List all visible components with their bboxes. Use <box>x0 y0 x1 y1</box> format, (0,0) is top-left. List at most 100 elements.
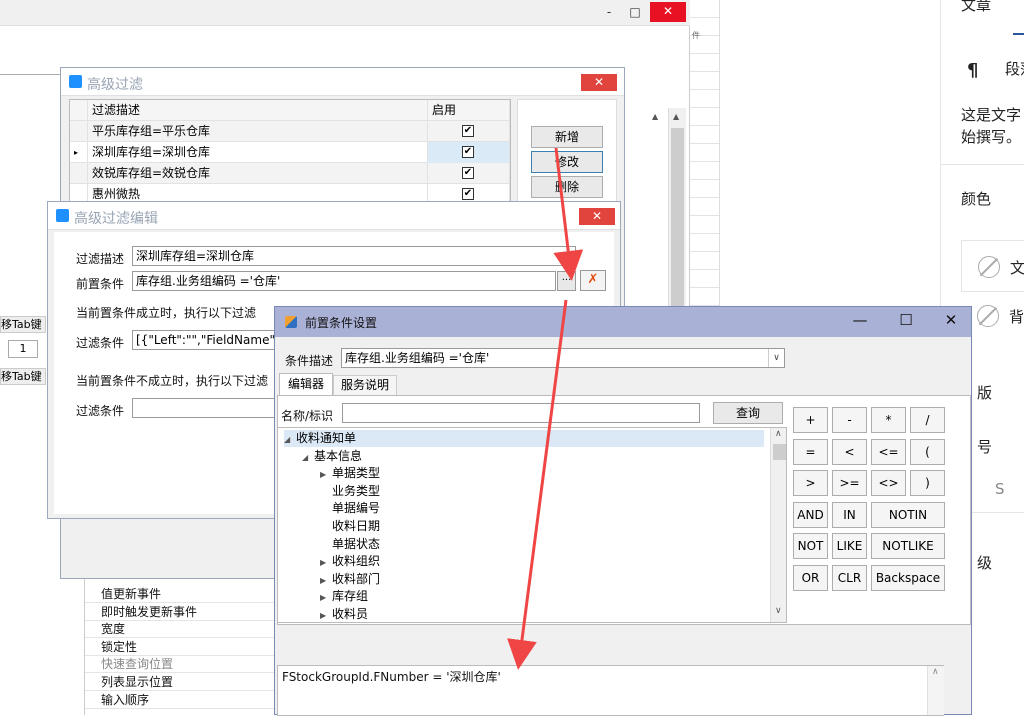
name-input[interactable] <box>342 403 700 423</box>
clear-icon[interactable]: ✗ <box>580 270 606 291</box>
delete-button[interactable]: 删除 <box>531 176 603 198</box>
operator-button[interactable]: ) <box>910 470 945 496</box>
filter-desc-cell[interactable]: 深圳库存组=深圳仓库 <box>88 142 428 163</box>
operator-button[interactable]: Backspace <box>871 564 945 591</box>
minimize-button[interactable]: — <box>842 311 878 333</box>
scroll-thumb[interactable] <box>671 128 684 308</box>
filter-cond-input[interactable]: [{"Left":"","FieldName":"F <box>132 330 276 350</box>
property-list-item[interactable]: 宽度 <box>85 621 275 639</box>
close-button[interactable]: ✕ <box>933 311 969 333</box>
operator-button[interactable]: / <box>910 407 945 433</box>
collapse-arrow-icon[interactable]: ▶ <box>320 554 332 571</box>
operator-button[interactable]: ( <box>910 438 945 465</box>
operator-button[interactable]: = <box>793 438 828 465</box>
tree-scrollbar[interactable]: ∧ ∨ <box>770 428 786 622</box>
tree-node[interactable]: 单据编号 <box>320 500 380 517</box>
maximize-button[interactable]: ☐ <box>888 311 924 333</box>
scroll-thumb[interactable] <box>773 444 786 460</box>
tree-node[interactable]: 业务类型 <box>320 483 380 500</box>
expression-scrollbar[interactable]: ∧ <box>927 666 944 715</box>
expression-editor[interactable]: FStockGroupId.FNumber = '深圳仓库' ∧ <box>277 665 944 716</box>
scroll-up-icon[interactable]: ▲ <box>652 112 658 121</box>
operator-button[interactable]: >= <box>832 470 867 496</box>
collapse-arrow-icon[interactable]: ▶ <box>320 466 332 483</box>
tab-article[interactable]: 文章 <box>961 0 991 15</box>
cond-desc-input[interactable]: 库存组.业务组编码 ='仓库' <box>341 348 785 368</box>
collapse-arrow-icon[interactable]: ▶ <box>320 572 332 589</box>
filter-desc-cell[interactable]: 效锐库存组=效锐仓库 <box>88 163 428 184</box>
table-row[interactable]: 平乐库存组=平乐仓库 ✔ <box>70 121 510 142</box>
tree-node[interactable]: 单据状态 <box>320 536 380 553</box>
operator-button[interactable]: - <box>832 407 867 433</box>
operator-button[interactable]: OR <box>793 564 828 591</box>
operator-button[interactable]: <= <box>871 438 906 465</box>
operator-button[interactable]: IN <box>832 501 867 528</box>
enabled-checkbox[interactable]: ✔ <box>462 146 474 158</box>
add-button[interactable]: 新增 <box>531 126 603 148</box>
tab-service-desc[interactable]: 服务说明 <box>333 375 397 395</box>
operator-button[interactable]: NOTLIKE <box>871 533 945 559</box>
property-list-item[interactable]: 值更新事件 <box>85 586 275 603</box>
collapse-arrow-icon[interactable]: ▶ <box>320 607 332 622</box>
collapse-arrow-icon[interactable]: ▶ <box>320 589 332 606</box>
paragraph-label[interactable]: 段落 <box>1005 58 1024 79</box>
table-row[interactable]: 效锐库存组=效锐仓库 ✔ <box>70 163 510 184</box>
text-color-option[interactable]: 文 <box>961 240 1024 292</box>
operator-button[interactable]: AND <box>793 501 828 528</box>
paragraph-icon[interactable]: ¶ <box>967 60 978 81</box>
enabled-cell[interactable]: ✔ <box>428 121 510 142</box>
close-button[interactable]: ✕ <box>579 208 615 225</box>
enabled-cell[interactable]: ✔ <box>428 163 510 184</box>
chevron-down-icon[interactable]: ∨ <box>768 349 784 367</box>
table-row[interactable]: ▸ 深圳库存组=深圳仓库 ✔ <box>70 142 510 163</box>
maximize-button[interactable]: □ <box>622 3 648 23</box>
tree-node[interactable]: 收料日期 <box>320 518 380 535</box>
operator-button[interactable]: LIKE <box>832 533 867 559</box>
scroll-up-icon[interactable]: ▲ <box>673 112 679 121</box>
property-list-item[interactable]: 快速查询位置 <box>85 656 275 674</box>
column-header[interactable]: 启用 <box>428 100 510 121</box>
size-value[interactable]: S <box>995 480 1005 498</box>
close-button[interactable]: ✕ <box>581 74 617 91</box>
query-button[interactable]: 查询 <box>713 402 783 424</box>
property-list-item[interactable]: 输入顺序 <box>85 692 275 709</box>
scrollbar[interactable]: ▲ <box>668 108 686 308</box>
browse-button[interactable]: ··· <box>557 271 576 291</box>
operator-button[interactable]: NOT <box>793 533 828 559</box>
filter-desc-input[interactable]: 深圳库存组=深圳仓库 <box>132 246 576 266</box>
minimize-button[interactable]: - <box>596 3 622 23</box>
tab-editor[interactable]: 编辑器 <box>279 373 333 395</box>
tree-node[interactable]: ▶ 收料员 <box>320 606 368 622</box>
tree-node[interactable]: ▶ 库存组 <box>320 588 368 605</box>
operator-button[interactable]: < <box>832 438 867 465</box>
expand-arrow-icon[interactable]: ◢ <box>302 449 314 466</box>
operator-button[interactable]: NOTIN <box>871 501 945 528</box>
scroll-up-icon[interactable]: ∧ <box>775 429 782 439</box>
property-list-item[interactable]: 即时触发更新事件 <box>85 604 275 621</box>
edit-button[interactable]: 修改 <box>531 151 603 173</box>
tree-node[interactable]: ▶ 收料部门 <box>320 571 380 588</box>
filter-cond2-input[interactable] <box>132 398 276 418</box>
tree-node[interactable]: ▶ 收料组织 <box>320 553 380 570</box>
filter-desc-cell[interactable]: 平乐库存组=平乐仓库 <box>88 121 428 142</box>
precondition-input[interactable]: 库存组.业务组编码 ='仓库' <box>132 271 556 291</box>
expand-arrow-icon[interactable]: ◢ <box>284 431 296 448</box>
operator-button[interactable]: + <box>793 407 828 433</box>
enabled-cell[interactable]: ✔ <box>428 142 510 163</box>
operator-button[interactable]: > <box>793 470 828 496</box>
operator-button[interactable]: * <box>871 407 906 433</box>
scroll-down-icon[interactable]: ∨ <box>775 606 782 616</box>
column-header[interactable]: 过滤描述 <box>88 100 428 121</box>
tree-node[interactable]: ▶ 单据类型 <box>320 465 380 482</box>
tree-node[interactable]: ◢ 基本信息 <box>302 448 362 465</box>
operator-button[interactable]: <> <box>871 470 906 496</box>
enabled-checkbox[interactable]: ✔ <box>462 125 474 137</box>
property-list-item[interactable]: 列表显示位置 <box>85 674 275 691</box>
operator-button[interactable]: CLR <box>832 564 867 591</box>
enabled-checkbox[interactable]: ✔ <box>462 188 474 200</box>
enabled-checkbox[interactable]: ✔ <box>462 167 474 179</box>
property-list-item[interactable]: 锁定性 <box>85 639 275 656</box>
tree-node[interactable]: ◢ 收料通知单 <box>284 430 764 447</box>
scroll-up-icon[interactable]: ∧ <box>932 667 939 677</box>
side-value-input[interactable]: 1 <box>8 340 38 358</box>
